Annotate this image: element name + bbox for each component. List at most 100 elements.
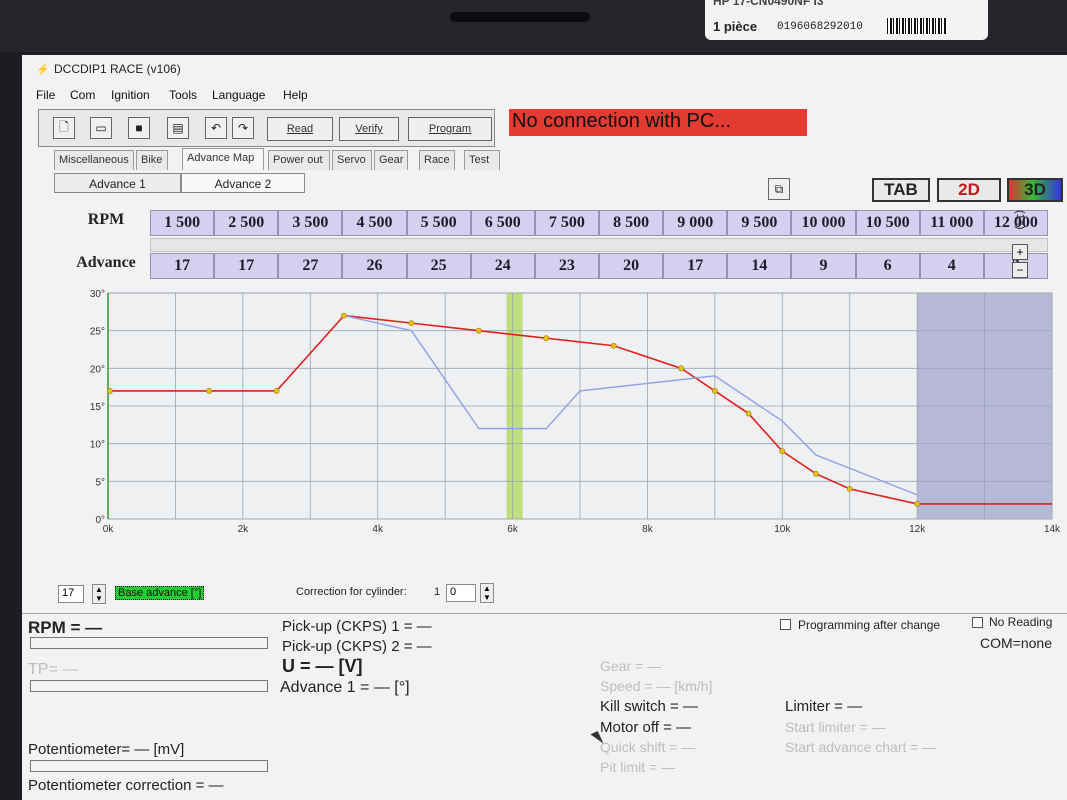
advance-cell[interactable]: 6: [855, 253, 920, 279]
advance1-readout: Advance 1 = — [°]: [280, 679, 410, 696]
tp-readout: TP= —: [28, 661, 79, 678]
advance-cell[interactable]: 17: [663, 253, 728, 279]
x-tick-label: 8k: [642, 524, 654, 535]
subtab-advance-2[interactable]: Advance 2: [181, 173, 305, 193]
start-limiter-readout: Start limiter = —: [785, 719, 886, 735]
data-point: [273, 388, 280, 394]
advance-cell[interactable]: 20: [599, 253, 664, 279]
base-advance-value[interactable]: 17: [58, 585, 84, 603]
redo-button[interactable]: ↷: [232, 117, 254, 139]
rpm-cell[interactable]: 5 500: [406, 210, 471, 236]
data-point: [107, 388, 113, 394]
data-point: [711, 388, 718, 394]
x-tick-label: 14k: [1044, 524, 1061, 535]
base-advance-spinner[interactable]: ▲ ▼: [92, 584, 106, 604]
menu-tools[interactable]: Tools: [169, 88, 197, 102]
redo-icon: ↷: [237, 121, 249, 135]
print-icon: ▤: [172, 121, 184, 135]
tab-gear[interactable]: Gear: [374, 150, 408, 170]
rpm-cell[interactable]: 10 500: [855, 210, 920, 236]
read-button[interactable]: Read: [267, 117, 333, 141]
map-strip: [150, 238, 1048, 252]
advance-cell[interactable]: 14: [727, 253, 792, 279]
rpm-cell[interactable]: 9 000: [663, 210, 728, 236]
advance-chart-svg[interactable]: 0°5°10°15°20°25°30°0k 2k 4k 6k 8k 10k 12k 14k: [82, 289, 1067, 544]
view-3d-button[interactable]: 3D: [1007, 178, 1063, 202]
advance-cell[interactable]: 9: [791, 253, 856, 279]
program-button[interactable]: Program: [408, 117, 492, 141]
sticker-code: 0196068292010: [777, 21, 863, 33]
undo-button[interactable]: ↶: [205, 117, 227, 139]
menu-ignition[interactable]: Ignition: [111, 88, 150, 102]
correction-value[interactable]: 0: [446, 584, 476, 602]
x-tick-label: 6k: [507, 524, 519, 535]
subtab-advance-1[interactable]: Advance 1: [54, 173, 181, 193]
verify-button[interactable]: Verify: [339, 117, 399, 141]
quick-shift-readout: Quick shift = —: [600, 739, 696, 755]
tab-power-out[interactable]: Power out: [268, 150, 330, 170]
app-icon: ⚡: [36, 64, 50, 76]
rpm-cell[interactable]: 3 500: [278, 210, 343, 236]
rpm-cell[interactable]: 6 500: [470, 210, 535, 236]
menu-file[interactable]: File: [36, 88, 55, 102]
speed-readout: Speed = — [km/h]: [600, 678, 713, 694]
menu-help[interactable]: Help: [283, 88, 308, 102]
no-reading-label: No Reading: [989, 615, 1053, 629]
remove-point-button[interactable]: −: [1012, 262, 1028, 278]
start-advance-chart-readout: Start advance chart = —: [785, 739, 937, 755]
rpm-cell[interactable]: 8 500: [599, 210, 664, 236]
rpm-cell[interactable]: 10 000: [791, 210, 856, 236]
point-count: (14): [1014, 210, 1026, 230]
tab-race[interactable]: Race: [419, 150, 455, 170]
no-reading-checkbox[interactable]: [972, 617, 983, 628]
rpm-row-label: RPM: [87, 211, 125, 228]
data-point: [610, 342, 617, 349]
save-button[interactable]: ■: [128, 117, 150, 139]
menu-com[interactable]: Com: [70, 88, 95, 102]
motor-off-readout: Motor off = —: [600, 719, 692, 736]
advance-cell[interactable]: 24: [470, 253, 535, 279]
voltage-readout: U = — [V]: [282, 656, 363, 676]
rpm-bar: [30, 637, 268, 649]
rpm-cell[interactable]: 4 500: [342, 210, 407, 236]
new-file-icon: 🗋: [59, 119, 69, 134]
separator: [22, 613, 1067, 614]
advance-cell[interactable]: 27: [278, 253, 343, 279]
sticker-model: HP 17-CN0490NF I3: [713, 0, 824, 8]
rpm-cell[interactable]: 11 000: [919, 210, 984, 236]
menu-bar: File Com Ignition Tools Language Help: [22, 85, 1067, 105]
tab-test[interactable]: Test: [464, 150, 500, 170]
open-button[interactable]: ▭: [90, 117, 112, 139]
tab-bike[interactable]: Bike: [136, 150, 168, 170]
advance-cell[interactable]: 17: [150, 253, 215, 279]
rpm-cell[interactable]: 7 500: [534, 210, 599, 236]
rpm-cell[interactable]: 2 500: [214, 210, 279, 236]
gear-readout: Gear = —: [600, 658, 662, 674]
print-button[interactable]: ▤: [167, 117, 189, 139]
menu-language[interactable]: Language: [212, 88, 265, 102]
tab-miscellaneous[interactable]: Miscellaneous: [54, 150, 134, 170]
tab-servo[interactable]: Servo: [332, 150, 372, 170]
advance-cell[interactable]: 23: [534, 253, 599, 279]
advance-cell[interactable]: 26: [342, 253, 407, 279]
advance-chart[interactable]: 0° 5° 10° 15° 20° 25° 30° 0k 2k 4k 6k 8k 10k 12k 14k: [82, 289, 1067, 544]
data-point: [813, 470, 819, 477]
programming-after-change-checkbox[interactable]: [780, 619, 791, 630]
advance-cell[interactable]: 25: [406, 253, 471, 279]
copy-map-button[interactable]: ⧉: [768, 178, 790, 200]
advance-cell[interactable]: 17: [214, 253, 279, 279]
view-2d-button[interactable]: 2D: [937, 178, 1001, 202]
tab-advance-map[interactable]: Advance Map: [182, 148, 264, 170]
save-icon: ■: [135, 121, 143, 135]
new-file-button[interactable]: 🗋: [53, 117, 75, 139]
rpm-cell[interactable]: 1 500: [150, 210, 215, 236]
add-point-button[interactable]: +: [1012, 244, 1028, 260]
correction-spinner[interactable]: ▲ ▼: [480, 583, 494, 603]
view-tab-button[interactable]: TAB: [872, 178, 930, 202]
tp-bar: [30, 680, 268, 692]
x-tick-label: 4k: [372, 524, 384, 535]
advance-cell[interactable]: 4: [919, 253, 984, 279]
rpm-cell[interactable]: 9 500: [727, 210, 792, 236]
sticker-qty: 1 pièce: [713, 19, 758, 34]
data-point: [341, 312, 347, 319]
